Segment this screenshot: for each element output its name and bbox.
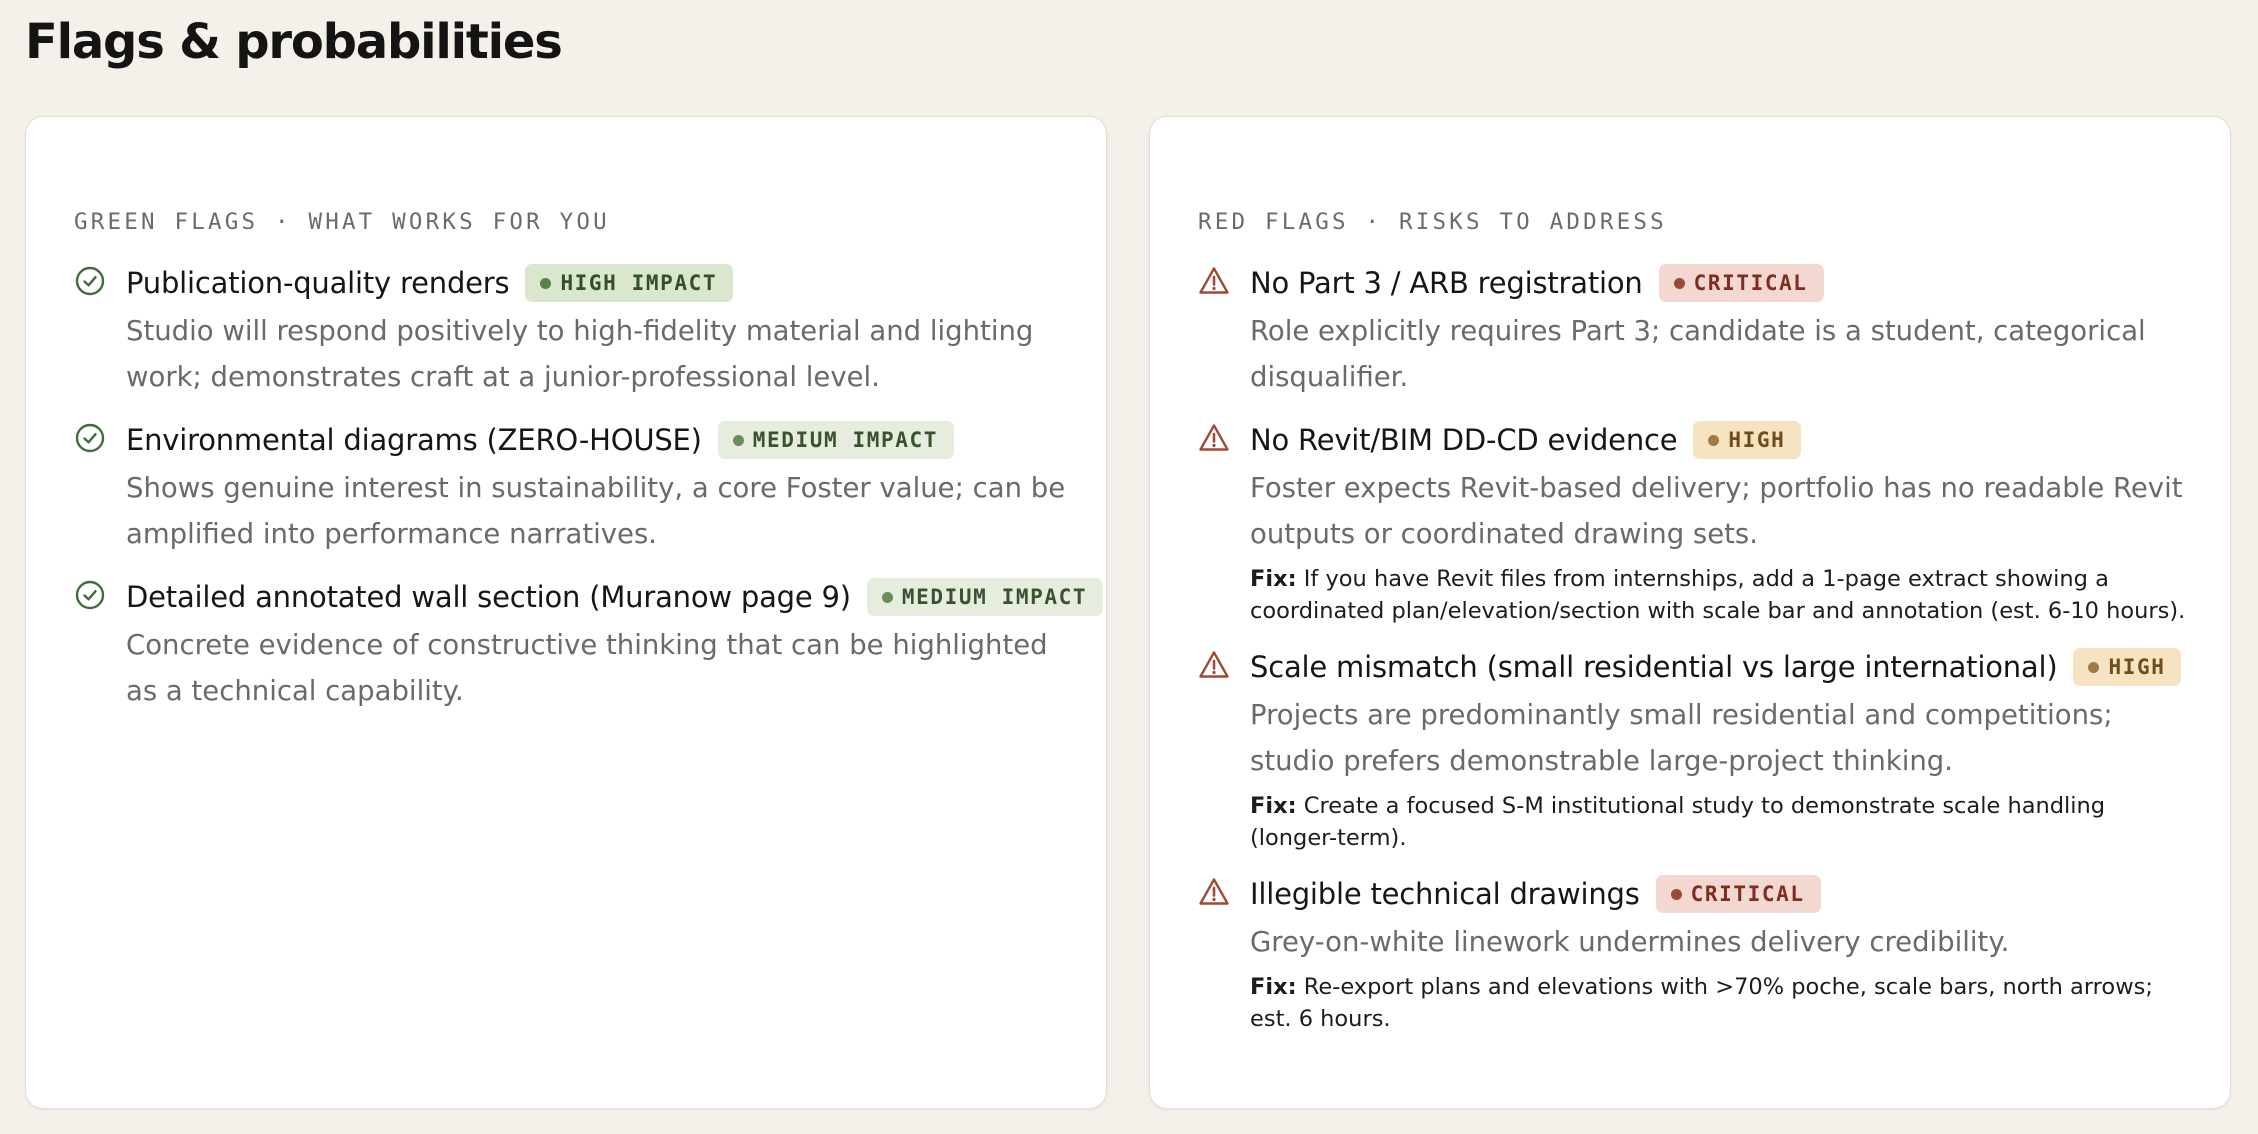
badge-label: HIGH: [1728, 428, 1786, 452]
severity-badge: HIGH: [2073, 648, 2182, 686]
fix-label: Fix:: [1250, 974, 1297, 1000]
flag-description: Role explicitly requires Part 3; candida…: [1250, 315, 2146, 393]
flag-title: No Part 3 / ARB registration: [1250, 266, 1643, 300]
flag-title: No Revit/BIM DD-CD evidence: [1250, 423, 1678, 457]
green-flags-list: Publication-quality renders HIGH IMPACT …: [74, 262, 1104, 733]
badge-label: HIGH: [2108, 655, 2166, 679]
badge-label: MEDIUM IMPACT: [901, 585, 1088, 609]
flag-description: Grey-on-white linework undermines delive…: [1250, 926, 2010, 958]
badge-dot: [732, 434, 744, 446]
badge-dot: [1673, 277, 1685, 289]
badge-dot: [1670, 888, 1682, 900]
check-circle-icon: [74, 422, 106, 454]
badge-dot: [2088, 661, 2100, 673]
red-flag-item: Illegible technical drawings CRITICAL Gr…: [1198, 873, 2190, 1035]
flag-description: Concrete evidence of constructive thinki…: [126, 629, 1048, 707]
red-flag-item: No Revit/BIM DD-CD evidence HIGH Foster …: [1198, 419, 2190, 627]
fix-text: Re-export plans and elevations with >70%…: [1250, 974, 2153, 1032]
badge-label: MEDIUM IMPACT: [752, 428, 938, 452]
flag-title: Environmental diagrams (ZERO-HOUSE): [126, 423, 702, 457]
red-flags-card: RED FLAGS · RISKS TO ADDRESS No Part 3 /…: [1149, 116, 2231, 1109]
red-flag-item: Scale mismatch (small residential vs lar…: [1198, 646, 2190, 854]
flag-fix: Fix: If you have Revit files from intern…: [1250, 563, 2190, 627]
green-flag-item: Detailed annotated wall section (Muranow…: [74, 576, 1104, 714]
fix-text: Create a focused S-M institutional study…: [1250, 793, 2106, 851]
green-flags-card: GREEN FLAGS · WHAT WORKS FOR YOU Publica…: [25, 116, 1107, 1109]
check-circle-icon: [74, 579, 106, 611]
impact-badge: MEDIUM IMPACT: [717, 421, 954, 459]
severity-badge: CRITICAL: [1658, 264, 1824, 302]
badge-label: CRITICAL: [1690, 882, 1805, 906]
warning-triangle-icon: [1198, 649, 1230, 681]
badge-dot: [540, 277, 552, 289]
flag-description: Foster expects Revit-based delivery; por…: [1250, 472, 2183, 550]
warning-triangle-icon: [1198, 876, 1230, 908]
fix-label: Fix:: [1250, 793, 1297, 819]
flag-description: Shows genuine interest in sustainability…: [126, 472, 1066, 550]
flag-title: Illegible technical drawings: [1250, 877, 1640, 911]
green-flag-item: Environmental diagrams (ZERO-HOUSE) MEDI…: [74, 419, 1066, 557]
flag-fix: Fix: Re-export plans and elevations with…: [1250, 971, 2190, 1035]
severity-badge: HIGH: [1693, 421, 1802, 459]
flag-description: Projects are predominantly small residen…: [1250, 699, 2113, 777]
flag-title: Scale mismatch (small residential vs lar…: [1250, 650, 2058, 684]
green-flags-label: GREEN FLAGS · WHAT WORKS FOR YOU: [74, 209, 610, 235]
red-flag-item: No Part 3 / ARB registration CRITICAL Ro…: [1198, 262, 2190, 400]
page-title: Flags & probabilities: [25, 14, 563, 70]
impact-badge: MEDIUM IMPACT: [866, 578, 1104, 616]
impact-badge: HIGH IMPACT: [525, 264, 734, 302]
badge-dot: [881, 591, 893, 603]
warning-triangle-icon: [1198, 422, 1230, 454]
badge-label: HIGH IMPACT: [560, 271, 718, 295]
flag-title: Publication-quality renders: [126, 266, 510, 300]
green-flag-item: Publication-quality renders HIGH IMPACT …: [74, 262, 1066, 400]
severity-badge: CRITICAL: [1655, 875, 1821, 913]
badge-label: CRITICAL: [1693, 271, 1808, 295]
check-circle-icon: [74, 265, 106, 297]
warning-triangle-icon: [1198, 265, 1230, 297]
badge-dot: [1708, 434, 1720, 446]
flag-fix: Fix: Create a focused S-M institutional …: [1250, 790, 2190, 854]
fix-label: Fix:: [1250, 566, 1297, 592]
red-flags-list: No Part 3 / ARB registration CRITICAL Ro…: [1198, 262, 2190, 1054]
flag-title: Detailed annotated wall section (Muranow…: [126, 580, 851, 614]
flag-description: Studio will respond positively to high-f…: [126, 315, 1034, 393]
fix-text: If you have Revit files from internships…: [1250, 566, 2186, 624]
red-flags-label: RED FLAGS · RISKS TO ADDRESS: [1198, 209, 1667, 235]
